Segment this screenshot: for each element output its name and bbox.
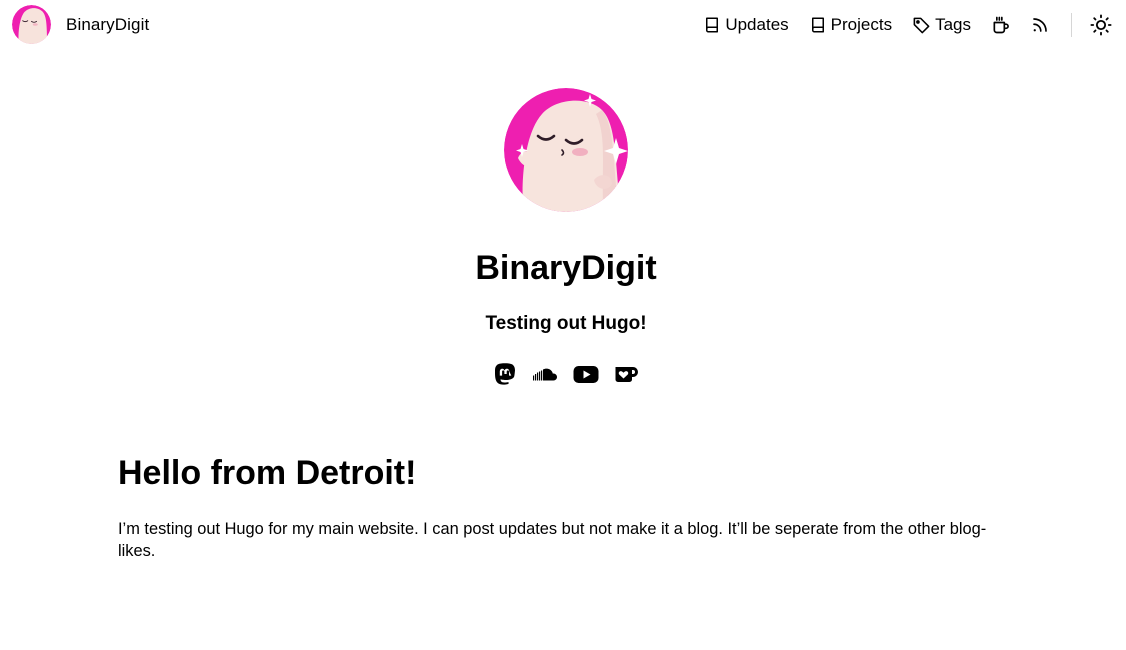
kofi-link[interactable] — [614, 362, 640, 386]
nav-tags[interactable]: Tags — [912, 12, 971, 38]
tag-icon — [912, 16, 931, 35]
nav-updates-label: Updates — [725, 15, 789, 34]
kofi-icon — [614, 362, 640, 386]
book-icon — [809, 16, 827, 34]
site-header: BinaryDigit Updates Projects Tags — [0, 0, 1126, 50]
nav-projects-label: Projects — [830, 15, 893, 34]
post-title[interactable]: Hello from Detroit! — [118, 452, 998, 494]
youtube-link[interactable] — [573, 362, 599, 386]
site-name: BinaryDigit — [66, 14, 150, 34]
nav-updates[interactable]: Updates — [703, 12, 789, 38]
soundcloud-icon — [532, 362, 558, 386]
profile-title: BinaryDigit — [475, 249, 657, 287]
main-nav: Updates Projects Tags — [703, 12, 1112, 38]
profile-subtitle: Testing out Hugo! — [485, 313, 647, 334]
profile-avatar-icon — [504, 88, 628, 212]
coffee-cup-icon — [991, 15, 1011, 35]
post-body: I’m testing out Hugo for my main website… — [118, 520, 987, 560]
mastodon-icon — [493, 362, 517, 386]
mastodon-link[interactable] — [493, 362, 517, 386]
theme-toggle-button[interactable] — [1090, 12, 1112, 38]
rss-icon — [1031, 16, 1049, 34]
social-links — [0, 362, 1126, 386]
avatar-icon — [12, 5, 51, 44]
post: Hello from Detroit! I’m testing out Hugo… — [118, 452, 998, 562]
youtube-icon — [573, 362, 599, 386]
nav-projects[interactable]: Projects — [809, 12, 892, 38]
soundcloud-link[interactable] — [532, 362, 558, 386]
nav-tags-label: Tags — [935, 15, 971, 34]
nav-rss[interactable] — [1031, 12, 1049, 38]
sun-icon — [1090, 14, 1112, 36]
nav-divider — [1071, 13, 1072, 37]
profile: BinaryDigit Testing out Hugo! — [0, 88, 1126, 386]
book-icon — [703, 16, 721, 34]
brand-link[interactable]: BinaryDigit — [12, 5, 149, 44]
nav-support[interactable] — [991, 12, 1011, 38]
